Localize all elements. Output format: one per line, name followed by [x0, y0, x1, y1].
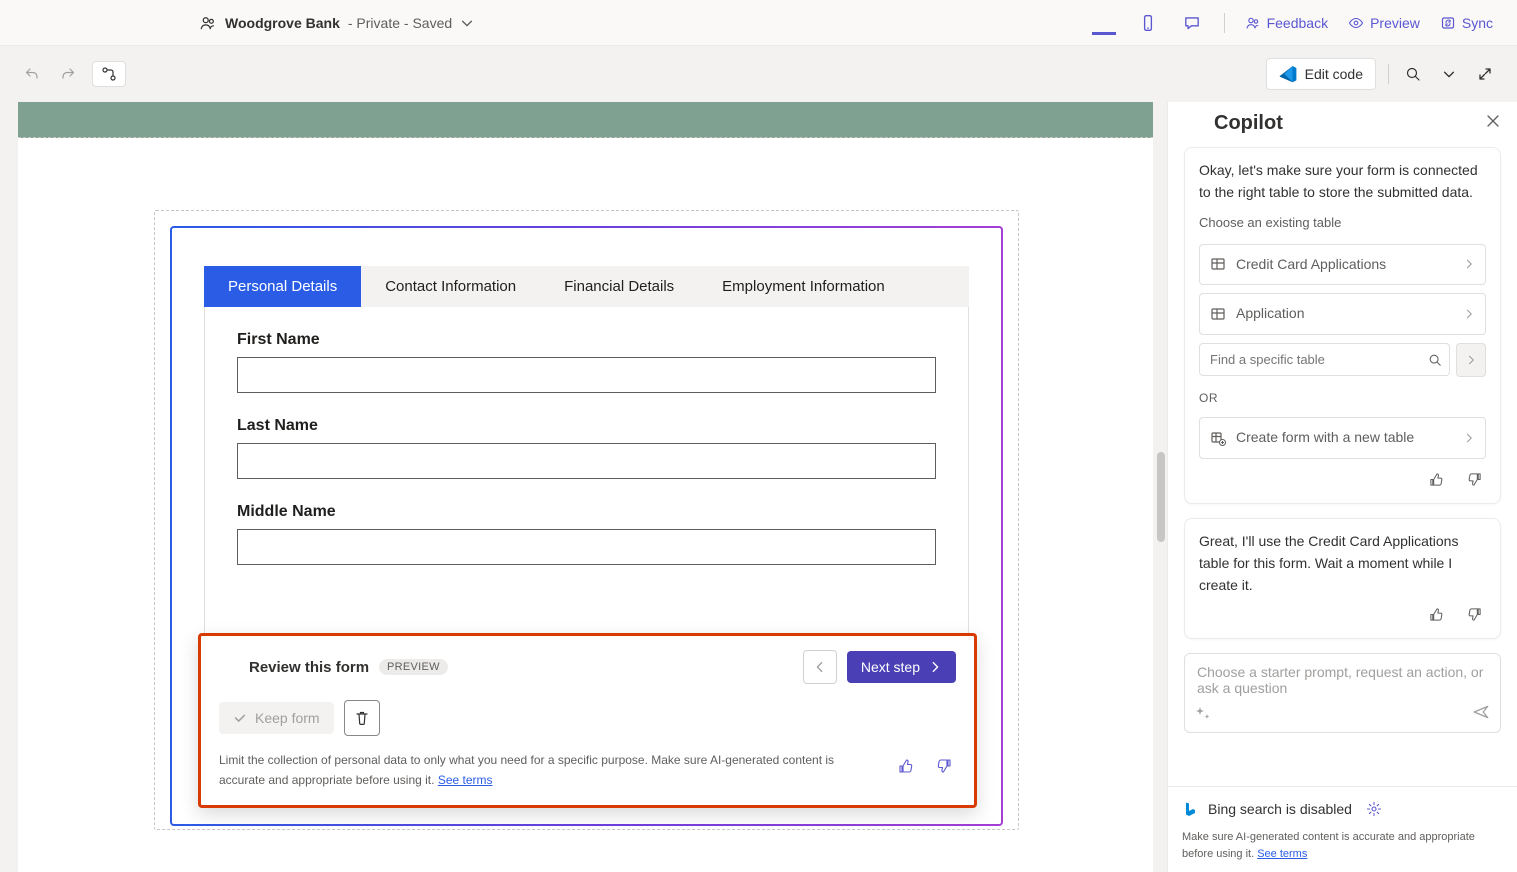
tab-contact-info[interactable]: Contact Information: [361, 266, 540, 307]
main: Personal Details Contact Information Fin…: [0, 102, 1517, 872]
tab-employment-info[interactable]: Employment Information: [698, 266, 909, 307]
zoom-dropdown[interactable]: [1437, 62, 1461, 86]
chevron-right-icon: [1463, 432, 1475, 444]
expand-button[interactable]: [1473, 62, 1497, 86]
review-note: Limit the collection of personal data to…: [219, 750, 876, 791]
canvas: Personal Details Contact Information Fin…: [0, 102, 1167, 872]
see-terms-link[interactable]: See terms: [438, 773, 493, 787]
app-bar: Woodgrove Bank - Private - Saved Feedbac…: [0, 0, 1517, 46]
copilot-icon: [219, 657, 239, 677]
table-option-credit-card[interactable]: Credit Card Applications: [1199, 244, 1486, 286]
search-icon: [1428, 353, 1442, 367]
form-tabs: Personal Details Contact Information Fin…: [204, 266, 969, 307]
redo-button[interactable]: [56, 62, 80, 86]
people-icon: [199, 14, 217, 32]
first-name-label: First Name: [237, 331, 936, 349]
thumbs-up-button[interactable]: [1424, 602, 1448, 626]
close-button[interactable]: [1485, 113, 1501, 134]
thumbs-down-button[interactable]: [1462, 467, 1486, 491]
table-icon: [1210, 256, 1226, 272]
delete-form-button[interactable]: [344, 700, 380, 736]
thumbs-down-button[interactable]: [932, 754, 956, 778]
create-new-table-option[interactable]: Create form with a new table: [1199, 417, 1486, 459]
copilot-disclaimer: Make sure AI-generated content is accura…: [1182, 829, 1503, 862]
app-title[interactable]: Woodgrove Bank - Private - Saved: [199, 14, 474, 32]
table-plus-icon: [1210, 430, 1226, 446]
copilot-icon[interactable]: [1092, 11, 1116, 35]
review-form-popover: Review this form PREVIEW Next step Keep …: [198, 633, 977, 808]
thumbs-up-button[interactable]: [894, 754, 918, 778]
middle-name-label: Middle Name: [237, 503, 936, 521]
chevron-down-icon[interactable]: [460, 16, 474, 30]
chevron-right-icon: [1463, 258, 1475, 270]
copilot-message: Great, I'll use the Credit Card Applicat…: [1184, 518, 1501, 639]
divider: [1224, 13, 1225, 33]
page-header-band: [18, 102, 1153, 138]
sync-button[interactable]: Sync: [1440, 15, 1493, 31]
find-table-input[interactable]: [1199, 343, 1450, 376]
or-label: OR: [1199, 389, 1486, 408]
thumbs-up-button[interactable]: [1424, 467, 1448, 491]
bing-icon: [1182, 801, 1198, 817]
undo-button[interactable]: [20, 62, 44, 86]
app-name: Woodgrove Bank: [225, 15, 340, 31]
bing-status: Bing search is disabled: [1208, 801, 1352, 817]
review-title: Review this form: [249, 659, 369, 676]
copilot-prompt-input[interactable]: Choose a starter prompt, request an acti…: [1184, 653, 1501, 733]
feedback-button[interactable]: Feedback: [1245, 15, 1328, 31]
prev-step-button[interactable]: [803, 650, 837, 684]
thumbs-down-button[interactable]: [1462, 602, 1486, 626]
chevron-right-icon: [1463, 308, 1475, 320]
comment-icon[interactable]: [1180, 11, 1204, 35]
vscode-icon: [1279, 65, 1297, 83]
next-step-button[interactable]: Next step: [847, 651, 956, 683]
keep-form-button[interactable]: Keep form: [219, 702, 334, 734]
flow-button[interactable]: [92, 61, 126, 87]
edit-code-button[interactable]: Edit code: [1266, 58, 1376, 90]
preview-button[interactable]: Preview: [1348, 15, 1420, 31]
see-terms-link[interactable]: See terms: [1257, 848, 1307, 860]
zoom-button[interactable]: [1401, 62, 1425, 86]
sparkle-icon[interactable]: [1195, 705, 1211, 724]
copilot-message: Okay, let's make sure your form is conne…: [1184, 147, 1501, 504]
table-icon: [1210, 306, 1226, 322]
choose-table-label: Choose an existing table: [1199, 213, 1486, 233]
copilot-footer: Bing search is disabled Make sure AI-gen…: [1168, 786, 1517, 872]
first-name-input[interactable]: [237, 357, 936, 393]
copilot-icon: [1184, 113, 1206, 135]
app-bar-right: Feedback Preview Sync: [1092, 11, 1503, 35]
middle-name-input[interactable]: [237, 529, 936, 565]
phone-icon[interactable]: [1136, 11, 1160, 35]
tab-personal-details[interactable]: Personal Details: [204, 266, 361, 307]
last-name-label: Last Name: [237, 417, 936, 435]
table-option-application[interactable]: Application: [1199, 293, 1486, 335]
copilot-title: Copilot: [1214, 112, 1283, 135]
bing-settings-button[interactable]: [1362, 797, 1386, 821]
tab-financial-details[interactable]: Financial Details: [540, 266, 698, 307]
last-name-input[interactable]: [237, 443, 936, 479]
editor-toolbar: Edit code: [0, 46, 1517, 102]
copilot-panel: Copilot Okay, let's make sure your form …: [1167, 102, 1517, 872]
find-table-go[interactable]: [1456, 343, 1486, 377]
send-button[interactable]: [1472, 703, 1490, 724]
canvas-scrollbar[interactable]: [1157, 452, 1165, 542]
divider: [1388, 64, 1389, 84]
preview-badge: PREVIEW: [379, 659, 448, 675]
app-status: - Private - Saved: [348, 15, 452, 31]
